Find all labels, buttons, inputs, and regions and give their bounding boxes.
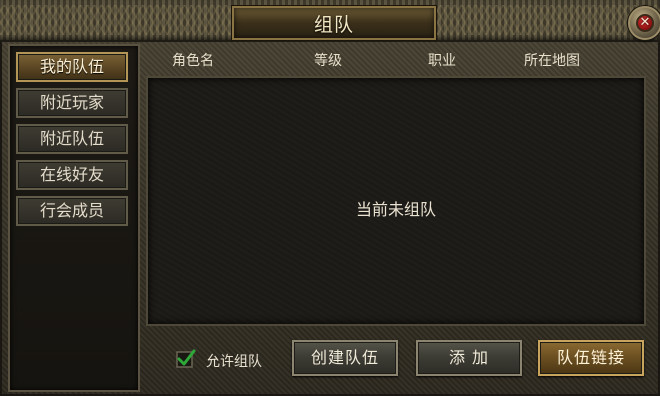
sidebar-item-nearby-teams[interactable]: 附近队伍	[16, 124, 128, 154]
sidebar-item-online-friends[interactable]: 在线好友	[16, 160, 128, 190]
title-bar: 组队 ✕	[0, 0, 660, 42]
column-header-name: 角色名	[172, 53, 214, 69]
allow-team-label: 允许组队	[206, 354, 262, 370]
create-team-button[interactable]: 创建队伍	[292, 340, 398, 376]
column-header-class: 职业	[428, 53, 456, 69]
allow-team-checkbox[interactable]	[176, 349, 196, 369]
empty-team-message: 当前未组队	[355, 200, 436, 219]
main-panel: 角色名 等级 职业 所在地图 当前未组队 允许组队 创建队伍 添 加 队伍链接	[140, 44, 652, 388]
sidebar: 我的队伍 附近玩家 附近队伍 在线好友 行会成员	[8, 44, 140, 392]
sidebar-item-my-team[interactable]: 我的队伍	[16, 52, 128, 82]
table-header: 角色名 等级 职业 所在地图	[140, 50, 652, 72]
column-header-level: 等级	[314, 53, 342, 69]
column-header-map: 所在地图	[524, 53, 580, 69]
title-plate: 组队	[232, 6, 436, 40]
close-icon: ✕	[639, 15, 651, 30]
team-member-list: 当前未组队	[146, 76, 646, 326]
sidebar-item-nearby-players[interactable]: 附近玩家	[16, 88, 128, 118]
close-button[interactable]: ✕	[628, 6, 660, 40]
window-title: 组队	[313, 13, 354, 36]
team-link-button[interactable]: 队伍链接	[538, 340, 644, 376]
sidebar-item-guild-members[interactable]: 行会成员	[16, 196, 128, 226]
add-member-button[interactable]: 添 加	[416, 340, 522, 376]
check-icon	[176, 349, 196, 368]
